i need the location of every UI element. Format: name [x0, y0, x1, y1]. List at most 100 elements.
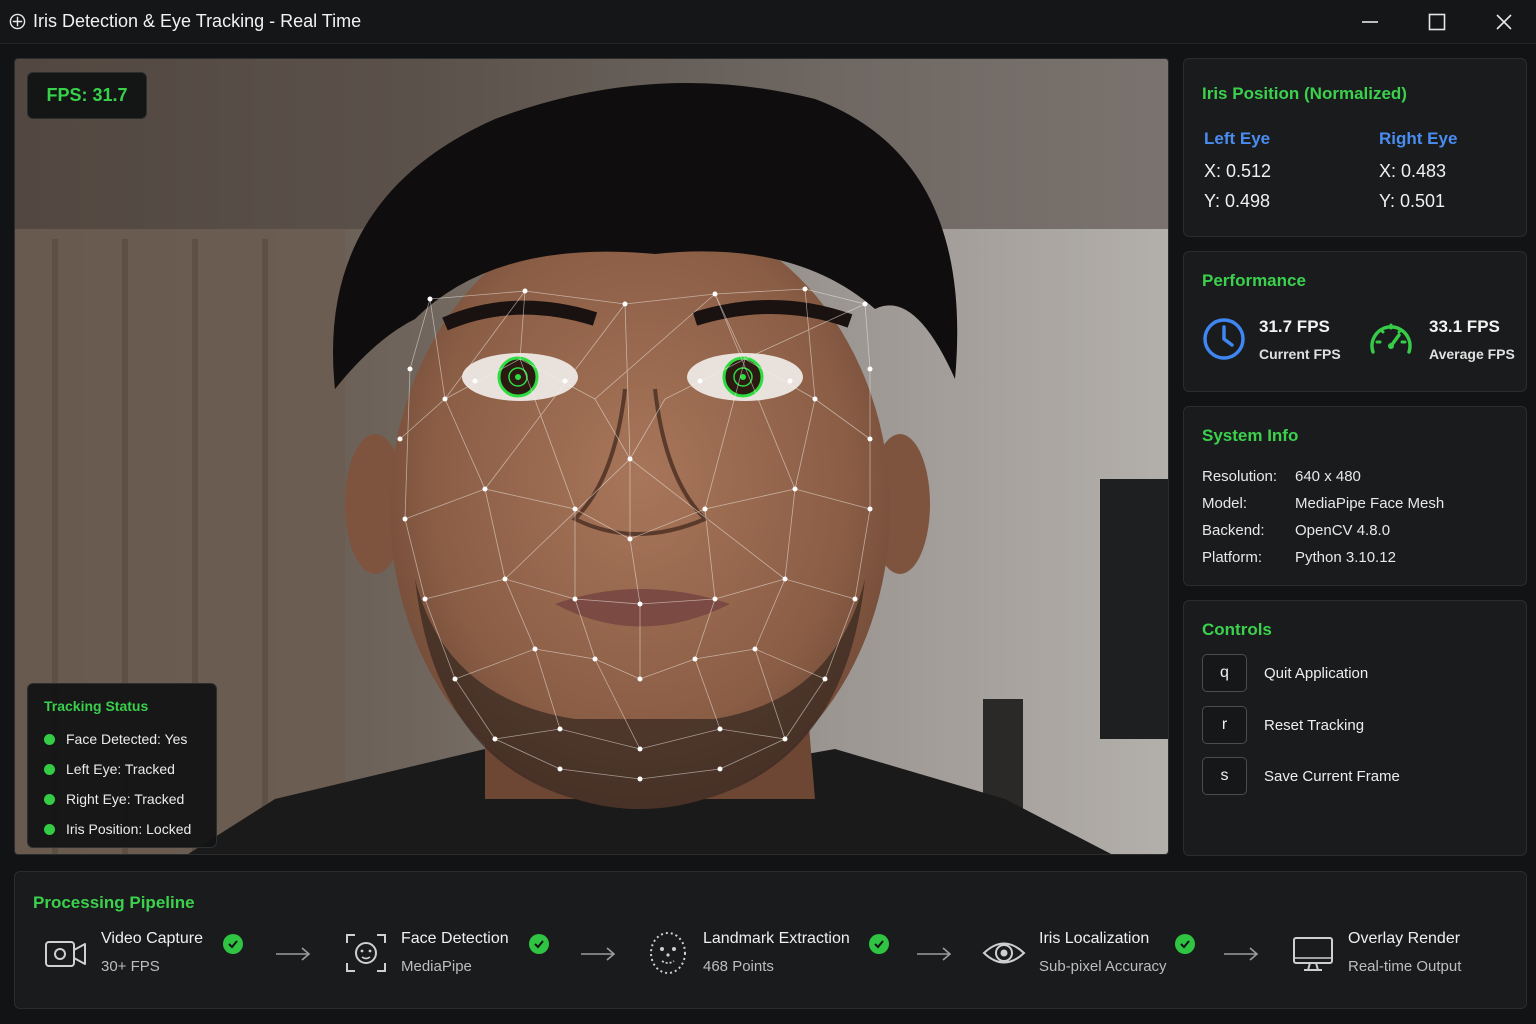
status-dot-icon	[44, 763, 55, 775]
right-eye-x: X: 0.483	[1379, 161, 1447, 181]
video-feed: FPS: 31.7 Tracking Status Face Detected:…	[14, 58, 1169, 855]
app-icon	[9, 13, 26, 30]
close-icon	[1496, 14, 1512, 30]
tracking-status-heading: Tracking Status	[44, 698, 149, 714]
system-info-panel: System Info Resolution: 640 x 480 Model:…	[1183, 406, 1527, 586]
pipeline-title: Processing Pipeline	[33, 893, 195, 912]
status-dot-icon	[44, 823, 55, 835]
system-info-row: Backend: OpenCV 4.8.0	[1202, 522, 1390, 539]
right-eye-label: Right Eye	[1379, 129, 1458, 148]
stage-title: Iris Localization	[1039, 930, 1150, 947]
stage-title: Video Capture	[101, 930, 203, 947]
quit-key[interactable]: q	[1202, 654, 1247, 692]
save-label: Save Current Frame	[1264, 767, 1400, 785]
system-info-row: Platform: Python 3.10.12	[1202, 549, 1396, 566]
pipeline-stage-overlay-render: Overlay Render Real-time Output	[1290, 930, 1461, 976]
controls-panel: Controls q Quit Application r Reset Trac…	[1183, 600, 1527, 856]
speedometer-icon	[1370, 323, 1412, 354]
controls-title: Controls	[1202, 620, 1272, 639]
arrow-right-icon	[276, 947, 311, 961]
check-icon	[869, 934, 889, 954]
performance-title: Performance	[1202, 271, 1306, 290]
right-eye-y: Y: 0.501	[1379, 191, 1446, 211]
stage-title: Face Detection	[401, 930, 509, 947]
iris-position-title: Iris Position (Normalized)	[1202, 84, 1407, 103]
left-eye-x: X: 0.512	[1204, 161, 1272, 181]
arrow-right-icon	[1224, 947, 1259, 961]
status-row: Left Eye: Tracked	[44, 754, 200, 784]
pipeline-stage-video-capture: Video Capture 30+ FPS	[43, 930, 203, 976]
status-text: Iris Position: Locked	[66, 821, 192, 837]
performance-panel: Performance 31.7 FPS Current FPS 33.1 FP…	[1183, 251, 1527, 392]
average-fps-metric: 33.1 FPS Average FPS	[1367, 316, 1515, 362]
close-button[interactable]	[1472, 0, 1536, 44]
average-fps-label: Average FPS	[1429, 345, 1515, 362]
info-value: Python 3.10.12	[1295, 549, 1396, 566]
quit-control[interactable]: q Quit Application	[1202, 654, 1368, 692]
save-control[interactable]: s Save Current Frame	[1202, 757, 1400, 795]
arrow-right-icon	[917, 947, 952, 961]
clock-icon	[1203, 318, 1245, 360]
status-dot-icon	[44, 733, 55, 745]
camera-icon	[45, 941, 86, 967]
system-info-row: Resolution: 640 x 480	[1202, 468, 1361, 485]
left-eye-column: Left Eye X: 0.512 Y: 0.498	[1204, 129, 1354, 221]
status-row: Face Detected: Yes	[44, 724, 200, 754]
average-fps-value: 33.1 FPS	[1429, 316, 1500, 336]
status-row: Right Eye: Tracked	[44, 784, 200, 814]
title-bar: Iris Detection & Eye Tracking - Real Tim…	[0, 0, 1536, 44]
stage-subtitle: 468 Points	[703, 958, 774, 975]
eye-icon	[982, 942, 1026, 964]
status-row: Iris Position: Locked	[44, 814, 200, 844]
iris-position-panel: Iris Position (Normalized) Left Eye X: 0…	[1183, 58, 1527, 237]
pipeline-stage-face-detection: Face Detection MediaPipe	[343, 930, 509, 976]
maximize-icon	[1428, 13, 1446, 31]
reset-control[interactable]: r Reset Tracking	[1202, 706, 1364, 744]
info-value: 640 x 480	[1295, 468, 1361, 485]
pipeline-stage-iris-localization: Iris Localization Sub-pixel Accuracy	[981, 930, 1167, 976]
info-key: Platform:	[1202, 549, 1263, 566]
face-scan-icon	[346, 934, 386, 972]
system-info-title: System Info	[1202, 426, 1299, 445]
stage-subtitle: 30+ FPS	[101, 958, 160, 975]
pipeline-stage-landmark-extraction: Landmark Extraction 468 Points	[645, 930, 850, 976]
left-eye-y: Y: 0.498	[1204, 191, 1271, 211]
right-eye-column: Right Eye X: 0.483 Y: 0.501	[1379, 129, 1529, 221]
minimize-button[interactable]	[1338, 0, 1402, 44]
arrow-right-icon	[581, 947, 616, 961]
stage-subtitle: Sub-pixel Accuracy	[1039, 958, 1167, 975]
status-text: Right Eye: Tracked	[66, 791, 185, 807]
stage-subtitle: Real-time Output	[1348, 958, 1462, 975]
monitor-icon	[1293, 937, 1333, 971]
current-fps-value: 31.7 FPS	[1259, 316, 1330, 336]
status-text: Face Detected: Yes	[66, 731, 188, 747]
save-key[interactable]: s	[1202, 757, 1247, 795]
status-dot-icon	[44, 793, 55, 805]
check-icon	[223, 934, 243, 954]
face-dots-icon	[650, 932, 686, 974]
system-info-row: Model: MediaPipe Face Mesh	[1202, 495, 1444, 512]
info-key: Resolution:	[1202, 468, 1278, 485]
stage-title: Overlay Render	[1348, 930, 1461, 947]
window-title: Iris Detection & Eye Tracking - Real Tim…	[33, 11, 362, 31]
current-fps-label: Current FPS	[1259, 345, 1341, 362]
info-key: Backend:	[1202, 522, 1265, 539]
tracking-status-panel: Tracking Status Face Detected: Yes Left …	[27, 683, 217, 848]
reset-label: Reset Tracking	[1264, 716, 1365, 734]
maximize-button[interactable]	[1405, 0, 1469, 44]
stage-title: Landmark Extraction	[703, 930, 850, 947]
left-eye-label: Left Eye	[1204, 129, 1271, 148]
fps-badge: FPS: 31.7	[27, 72, 147, 119]
check-icon	[529, 934, 549, 954]
minimize-icon	[1362, 21, 1378, 23]
check-icon	[1175, 934, 1195, 954]
info-value: MediaPipe Face Mesh	[1295, 495, 1445, 512]
reset-key[interactable]: r	[1202, 706, 1247, 744]
status-text: Left Eye: Tracked	[66, 761, 175, 777]
processing-pipeline-panel: Processing Pipeline Video Capture 30+ FP…	[14, 871, 1527, 1009]
stage-subtitle: MediaPipe	[401, 958, 472, 975]
info-key: Model:	[1202, 495, 1248, 512]
quit-label: Quit Application	[1264, 664, 1369, 682]
current-fps-metric: 31.7 FPS Current FPS	[1201, 316, 1341, 362]
info-value: OpenCV 4.8.0	[1295, 522, 1391, 539]
